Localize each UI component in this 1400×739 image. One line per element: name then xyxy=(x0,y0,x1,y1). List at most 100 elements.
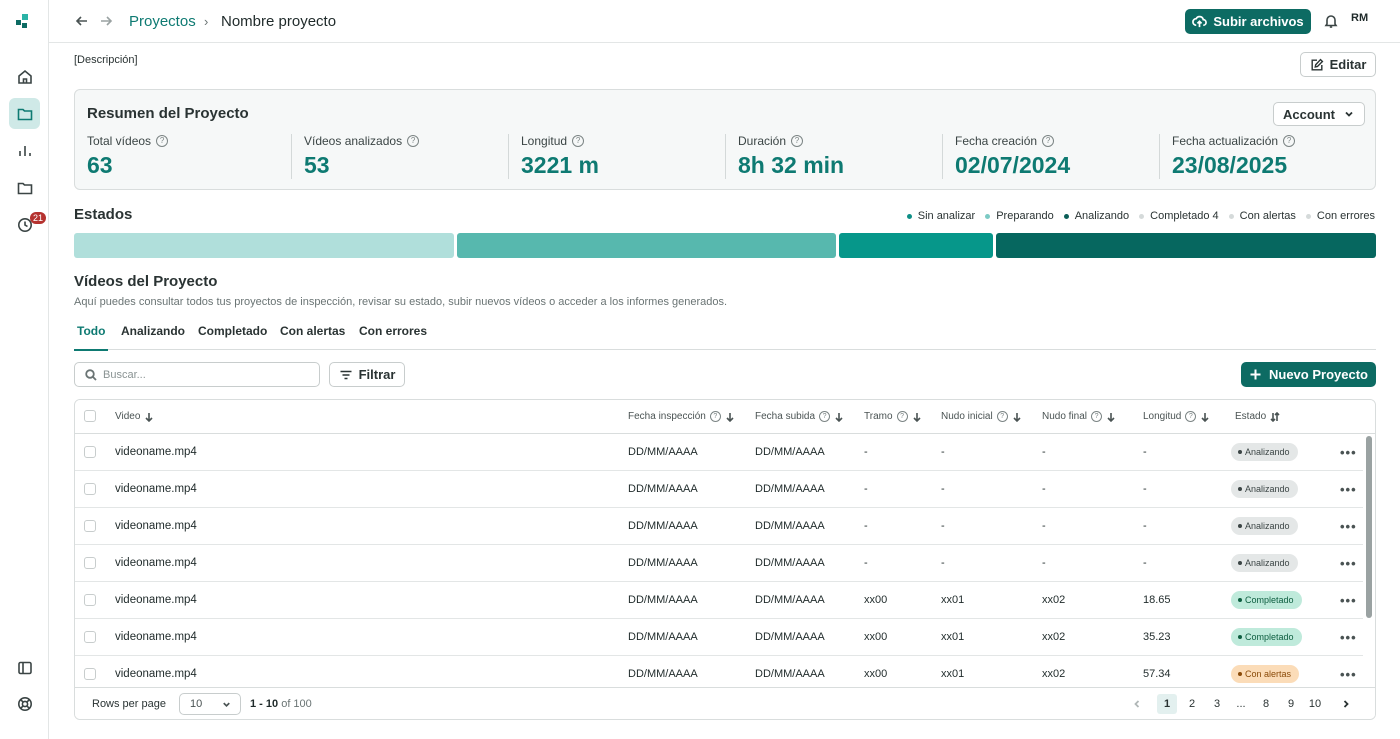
notifications-button[interactable] xyxy=(1323,13,1339,34)
row-checkbox[interactable] xyxy=(84,520,96,532)
header-nudo-final[interactable]: Nudo final ? xyxy=(1042,411,1116,422)
lifebuoy-icon xyxy=(17,696,32,711)
header-nudo-inicial[interactable]: Nudo inicial ? xyxy=(941,411,1022,422)
row-checkbox[interactable] xyxy=(84,446,96,458)
table-scrollbar[interactable] xyxy=(1364,434,1375,687)
tab-con-alertas[interactable]: Con alertas xyxy=(280,324,345,349)
cell-video[interactable]: videoname.mp4 xyxy=(115,520,197,532)
pagination-prev-button[interactable] xyxy=(1127,694,1147,714)
row-checkbox[interactable] xyxy=(84,668,96,680)
rows-per-page-select[interactable]: 10 xyxy=(179,693,241,715)
table-row[interactable]: videoname.mp4 DD/MM/AAAA DD/MM/AAAA - - - - Ana… xyxy=(75,471,1363,508)
avatar[interactable]: RM xyxy=(1351,12,1368,24)
pagination-page-10[interactable]: 10 xyxy=(1305,694,1325,714)
pagination-page-2[interactable]: 2 xyxy=(1182,694,1202,714)
table-row[interactable]: videoname.mp4 DD/MM/AAAA DD/MM/AAAA - - - - Ana… xyxy=(75,545,1363,582)
topbar: Proyectos › Nombre proyecto Subir archiv… xyxy=(49,0,1400,43)
header-tramo[interactable]: Tramo ? xyxy=(864,411,922,422)
state-bar-segment[interactable] xyxy=(996,233,1376,258)
sidebar-item-files[interactable] xyxy=(9,172,40,203)
back-button[interactable] xyxy=(74,13,90,29)
header-longitud[interactable]: Longitud ? xyxy=(1143,411,1210,422)
state-bar-segment[interactable] xyxy=(74,233,454,258)
cell-video[interactable]: videoname.mp4 xyxy=(115,631,197,643)
legend-item: Con alertas xyxy=(1228,210,1296,222)
upload-files-button[interactable]: Subir archivos xyxy=(1185,9,1311,34)
sidebar-item-support[interactable] xyxy=(9,688,40,719)
row-checkbox[interactable] xyxy=(84,631,96,643)
status-label: Analizando xyxy=(1245,447,1290,457)
help-icon[interactable]: ? xyxy=(156,135,169,147)
cell-video[interactable]: videoname.mp4 xyxy=(115,483,197,495)
cell-nf: xx02 xyxy=(1042,631,1066,643)
table-row[interactable]: videoname.mp4 DD/MM/AAAA DD/MM/AAAA xx00 xx0… xyxy=(75,582,1363,619)
select-all-checkbox[interactable] xyxy=(84,410,96,422)
status-badge: Analizando xyxy=(1231,517,1298,535)
cell-video[interactable]: videoname.mp4 xyxy=(115,557,197,569)
header-estado[interactable]: Estado xyxy=(1235,411,1280,422)
sidebar-item-stats[interactable] xyxy=(9,135,40,166)
account-dropdown[interactable]: Account xyxy=(1273,102,1365,126)
cell-tramo: - xyxy=(864,446,868,458)
new-project-button[interactable]: Nuevo Proyecto xyxy=(1241,362,1376,387)
forward-button[interactable] xyxy=(98,13,114,29)
search-input[interactable]: Buscar... xyxy=(74,362,320,387)
stat-label: Vídeos analizados? xyxy=(304,134,420,148)
cell-video[interactable]: videoname.mp4 xyxy=(115,446,197,458)
sidebar-item-history[interactable]: 21 xyxy=(9,209,47,240)
cell-fs: DD/MM/AAAA xyxy=(755,668,825,680)
filter-button[interactable]: Filtrar xyxy=(329,362,405,387)
more-options-icon[interactable]: ••• xyxy=(1340,482,1357,497)
status-dot-icon xyxy=(1238,635,1242,639)
edit-button[interactable]: Editar xyxy=(1300,52,1376,77)
more-options-icon[interactable]: ••• xyxy=(1340,445,1357,460)
tab-todo[interactable]: Todo xyxy=(74,324,109,351)
help-icon[interactable]: ? xyxy=(407,135,420,147)
pagination-page-1[interactable]: 1 xyxy=(1157,694,1177,714)
help-icon[interactable]: ? xyxy=(572,135,585,147)
more-options-icon[interactable]: ••• xyxy=(1340,667,1357,682)
cell-video[interactable]: videoname.mp4 xyxy=(115,668,197,680)
table-row[interactable]: videoname.mp4 DD/MM/AAAA DD/MM/AAAA - - - - Ana… xyxy=(75,508,1363,545)
cell-video[interactable]: videoname.mp4 xyxy=(115,594,197,606)
row-checkbox[interactable] xyxy=(84,483,96,495)
more-options-icon[interactable]: ••• xyxy=(1340,630,1357,645)
folder-outline-icon xyxy=(17,182,32,194)
breadcrumb-projects[interactable]: Proyectos xyxy=(129,13,196,30)
account-label: Account xyxy=(1283,106,1335,122)
row-checkbox[interactable] xyxy=(84,557,96,569)
header-video[interactable]: Video xyxy=(115,411,154,422)
more-options-icon[interactable]: ••• xyxy=(1340,519,1357,534)
sidebar-toggle[interactable] xyxy=(9,652,40,683)
cell-fs: DD/MM/AAAA xyxy=(755,446,825,458)
state-bar-segment[interactable] xyxy=(839,233,993,258)
header-fecha-subida[interactable]: Fecha subida ? xyxy=(755,411,844,422)
help-icon: ? xyxy=(819,411,831,422)
table-row[interactable]: videoname.mp4 DD/MM/AAAA DD/MM/AAAA xx00 xx0… xyxy=(75,619,1363,656)
help-icon[interactable]: ? xyxy=(1283,135,1296,147)
tab-completado[interactable]: Completado xyxy=(198,324,267,349)
stat-label-text: Fecha creación xyxy=(955,134,1038,148)
sidebar-item-projects[interactable] xyxy=(9,98,40,129)
status-label: Completado xyxy=(1245,632,1294,642)
pagination-page-9[interactable]: 9 xyxy=(1281,694,1301,714)
legend-item: Preparando xyxy=(985,210,1054,222)
row-checkbox[interactable] xyxy=(84,594,96,606)
pagination-next-button[interactable] xyxy=(1336,694,1356,714)
stat-value: 3221 m xyxy=(521,152,600,178)
state-bar-segment[interactable] xyxy=(457,233,836,258)
app-logo[interactable] xyxy=(16,14,34,30)
sidebar-item-home[interactable] xyxy=(9,61,40,92)
help-icon[interactable]: ? xyxy=(1042,135,1055,147)
table-scrollbar-thumb[interactable] xyxy=(1366,436,1372,618)
pagination-page-3[interactable]: 3 xyxy=(1207,694,1227,714)
tab-con-errores[interactable]: Con errores xyxy=(359,324,427,349)
more-options-icon[interactable]: ••• xyxy=(1340,593,1357,608)
search-icon xyxy=(85,368,97,381)
tab-analizando[interactable]: Analizando xyxy=(121,324,185,349)
more-options-icon[interactable]: ••• xyxy=(1340,556,1357,571)
table-row[interactable]: videoname.mp4 DD/MM/AAAA DD/MM/AAAA - - - - Ana… xyxy=(75,434,1363,471)
pagination-page-8[interactable]: 8 xyxy=(1256,694,1276,714)
header-fecha-inspeccion[interactable]: Fecha inspección ? xyxy=(628,411,735,422)
help-icon[interactable]: ? xyxy=(791,135,804,147)
